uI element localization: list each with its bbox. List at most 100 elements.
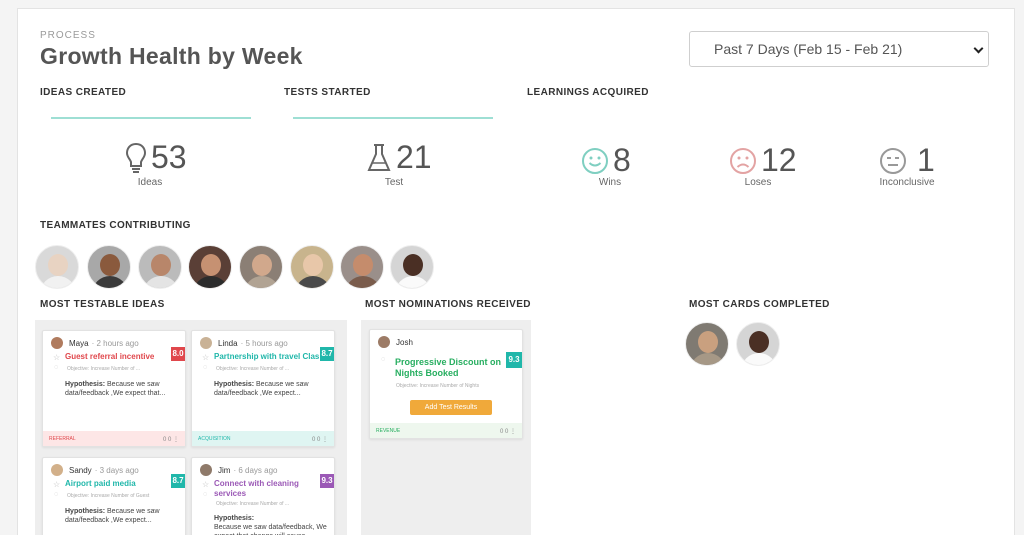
card-hypothesis: Hypothesis: Because we saw data/feedback…: [65, 507, 180, 525]
idea-card[interactable]: Maya · 2 hours ago ☆ ◌ Guest referral in…: [42, 330, 186, 447]
card-timestamp: · 6 days ago: [233, 465, 278, 475]
wins-metric: 8: [581, 142, 631, 179]
card-author: Josh: [378, 336, 413, 348]
ideas-divider: [51, 117, 251, 119]
author-name: Jim: [218, 465, 231, 475]
card-category: REFERRAL: [49, 436, 76, 442]
card-timestamp: · 2 hours ago: [91, 338, 139, 348]
flask-icon: [367, 143, 391, 171]
card-title[interactable]: Guest referral incentive: [65, 352, 154, 362]
card-title[interactable]: Partnership with travel Clas: [214, 352, 319, 362]
teammates-heading: TEAMMATES CONTRIBUTING: [40, 220, 191, 231]
hypothesis-label: Hypothesis:: [65, 508, 106, 515]
lightbulb-icon: [125, 142, 147, 173]
most-nominations-heading: MOST NOMINATIONS RECEIVED: [365, 299, 531, 310]
card-hypothesis: Hypothesis: Because we saw data/feedback,…: [214, 514, 329, 535]
hypothesis-text: Because we saw data/feedback, We expect …: [214, 524, 327, 535]
date-range-select[interactable]: Past 7 Days (Feb 15 - Feb 21): [689, 31, 989, 67]
avatar[interactable]: [340, 245, 384, 289]
loses-count: 12: [761, 142, 797, 178]
frown-icon: [730, 147, 756, 174]
nomination-card[interactable]: Josh ◌ Progressive Discount on Nights Bo…: [369, 329, 523, 439]
hypothesis-label: Hypothesis:: [214, 381, 255, 388]
card-author: Linda · 5 hours ago: [200, 337, 288, 349]
card-author: Sandy · 3 days ago: [51, 464, 139, 476]
loses-metric: 12: [729, 142, 797, 179]
card-objective: Objective: Increase Number of ...: [216, 366, 290, 372]
card-title[interactable]: Connect with cleaning services: [214, 479, 314, 499]
avatar: [200, 337, 212, 349]
chevron-down-icon: [973, 43, 984, 54]
star-icon[interactable]: ☆: [202, 480, 209, 489]
card-category: ACQUISITION: [198, 436, 231, 442]
avatar[interactable]: [138, 245, 182, 289]
ideas-label: Ideas: [137, 177, 163, 188]
card-title[interactable]: Airport paid media: [65, 479, 136, 489]
page-title: Growth Health by Week: [40, 43, 303, 69]
idea-card[interactable]: Jim · 6 days ago ☆ ◌ Connect with cleani…: [191, 457, 335, 535]
hypothesis-label: Hypothesis:: [214, 515, 255, 522]
card-timestamp: · 3 days ago: [94, 465, 139, 475]
learnings-heading: LEARNINGS ACQUIRED: [527, 87, 649, 98]
card-stats[interactable]: 0 0 ⋮: [163, 436, 179, 443]
avatar[interactable]: [685, 322, 729, 366]
hypothesis-label: Hypothesis:: [65, 381, 106, 388]
ice-score-badge: 8.7: [320, 347, 334, 361]
smile-icon: [582, 147, 608, 174]
author-name: Josh: [396, 337, 413, 347]
star-icon[interactable]: ☆: [53, 480, 60, 489]
tests-metric: 21: [366, 139, 432, 176]
avatar: [378, 336, 390, 348]
card-title[interactable]: Progressive Discount on Nights Booked: [395, 357, 505, 379]
lightbulb-icon: ◌: [203, 491, 208, 498]
card-hypothesis: Hypothesis: Because we saw data/feedback…: [65, 380, 180, 398]
card-objective: Objective: Increase Number of Nights: [396, 383, 480, 389]
ideas-count: 53: [151, 139, 187, 175]
idea-card[interactable]: Linda · 5 hours ago ☆ ◌ Partnership with…: [191, 330, 335, 447]
star-icon[interactable]: ☆: [202, 353, 209, 362]
inconclusive-metric: 1: [879, 142, 935, 179]
wins-count: 8: [613, 142, 631, 178]
tests-started-heading: TESTS STARTED: [284, 87, 371, 98]
avatar: [200, 464, 212, 476]
card-timestamp: · 5 hours ago: [240, 338, 288, 348]
star-icon[interactable]: ☆: [53, 353, 60, 362]
ice-score-badge: 9.3: [320, 474, 334, 488]
lightbulb-icon: ◌: [54, 364, 59, 371]
avatar: [51, 464, 63, 476]
neutral-face-icon: [880, 147, 906, 174]
wins-label: Wins: [598, 177, 622, 188]
avatar: [51, 337, 63, 349]
tests-divider: [293, 117, 493, 119]
author-name: Linda: [218, 338, 238, 348]
author-name: Maya: [69, 338, 89, 348]
tests-label: Test: [384, 177, 404, 188]
avatar[interactable]: [239, 245, 283, 289]
idea-card[interactable]: Sandy · 3 days ago ☆ ◌ Airport paid medi…: [42, 457, 186, 535]
add-test-results-button[interactable]: Add Test Results: [410, 400, 492, 415]
card-category: REVENUE: [376, 428, 401, 434]
avatar[interactable]: [35, 245, 79, 289]
lightbulb-icon: ◌: [203, 364, 208, 371]
ideas-metric: 53: [125, 139, 187, 176]
inconclusive-count: 1: [917, 142, 935, 178]
card-stats[interactable]: 0 0 ⋮: [500, 428, 516, 435]
avatar[interactable]: [188, 245, 232, 289]
loses-label: Loses: [744, 177, 772, 188]
avatar[interactable]: [87, 245, 131, 289]
lightbulb-icon: ◌: [381, 356, 386, 363]
author-name: Sandy: [69, 465, 92, 475]
avatar[interactable]: [390, 245, 434, 289]
card-author: Jim · 6 days ago: [200, 464, 277, 476]
date-range-value: Past 7 Days (Feb 15 - Feb 21): [714, 41, 903, 57]
card-stats[interactable]: 0 0 ⋮: [312, 436, 328, 443]
tests-count: 21: [396, 139, 432, 175]
avatar[interactable]: [736, 322, 780, 366]
inconclusive-label: Inconclusive: [879, 177, 935, 188]
avatar[interactable]: [290, 245, 334, 289]
ice-score-badge: 8.7: [171, 474, 185, 488]
card-objective: Objective: Increase Number of ...: [67, 366, 141, 372]
ice-score-badge: 8.0: [171, 347, 185, 361]
card-objective: Objective: Increase Number of ...: [216, 501, 290, 507]
most-cards-heading: MOST CARDS COMPLETED: [689, 299, 830, 310]
